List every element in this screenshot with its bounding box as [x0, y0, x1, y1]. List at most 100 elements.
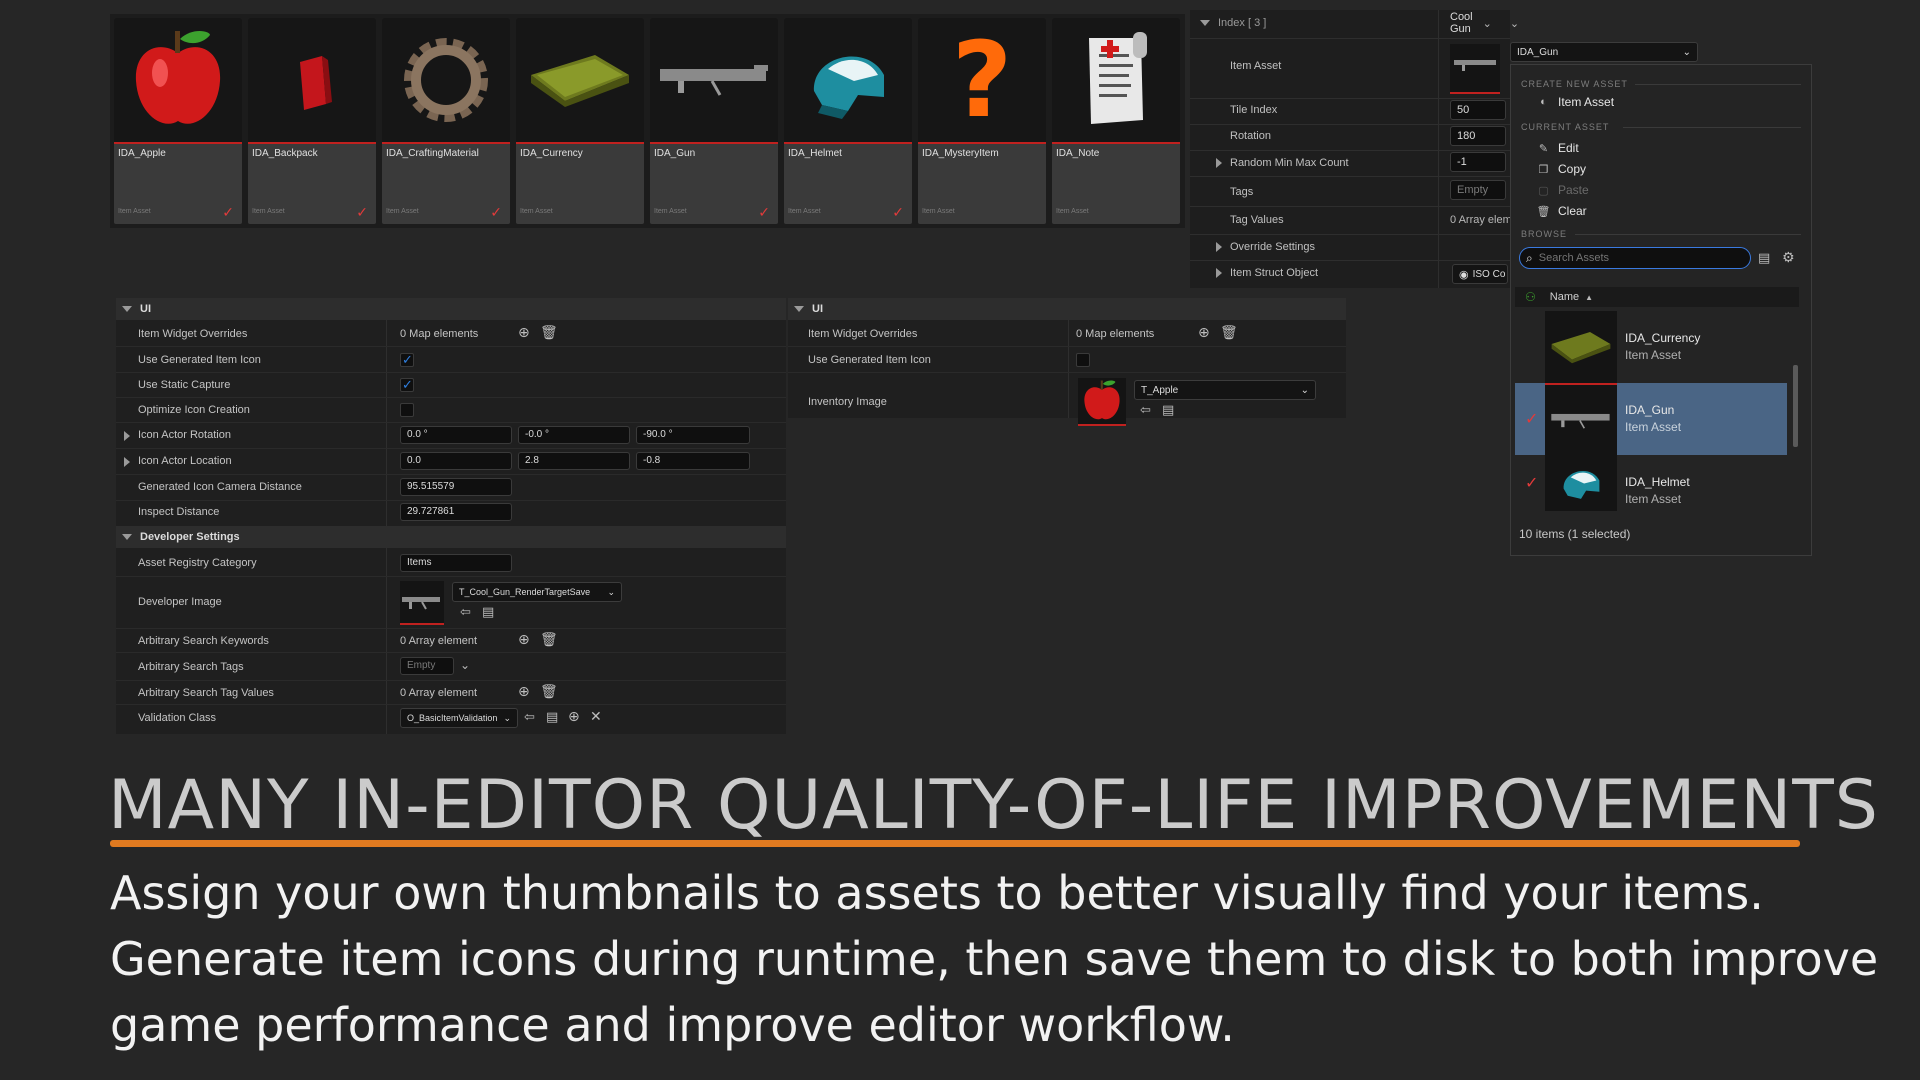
- rotation-y-input[interactable]: -0.0 °: [518, 426, 630, 444]
- rotation-z-input[interactable]: -90.0 °: [636, 426, 750, 444]
- location-x-input[interactable]: 0.0: [400, 452, 512, 470]
- asset-tile-gun[interactable]: IDA_Gun Item Asset ✓: [650, 18, 778, 224]
- clear-menu-item[interactable]: 🗑 Clear: [1537, 204, 1587, 218]
- location-y-input[interactable]: 2.8: [518, 452, 630, 470]
- create-item-asset-menu-item[interactable]: ◐ Item Asset: [1537, 95, 1614, 109]
- expand-arrow-icon[interactable]: [1216, 268, 1222, 278]
- browse-folder-icon[interactable]: ▤: [546, 709, 558, 725]
- index-value: Cool Gun: [1450, 11, 1473, 35]
- browse-folder-icon[interactable]: ▤: [1162, 402, 1174, 418]
- collapse-arrow-icon[interactable]: [1200, 20, 1210, 26]
- add-element-icon[interactable]: ⊕: [568, 708, 580, 725]
- rotation-x-input[interactable]: 0.0 °: [400, 426, 512, 444]
- index-value-dropdown[interactable]: Cool Gun ⌄ ⌄: [1450, 11, 1519, 35]
- asset-tile-apple[interactable]: IDA_Apple Item Asset ✓: [114, 18, 242, 224]
- name-column-header[interactable]: Name: [1550, 291, 1579, 303]
- asset-tile-helmet[interactable]: IDA_Helmet Item Asset ✓: [784, 18, 912, 224]
- optimize-icon-label: Optimize Icon Creation: [138, 404, 250, 416]
- browse-folder-icon[interactable]: ▤: [482, 604, 494, 620]
- sort-ascending-icon[interactable]: ▲: [1585, 293, 1593, 302]
- search-assets-field[interactable]: ⌕: [1519, 247, 1751, 269]
- camera-distance-input[interactable]: 95.515579: [400, 478, 512, 496]
- index-row[interactable]: Index [ 3 ]: [1200, 14, 1266, 32]
- use-static-capture-checkbox[interactable]: [400, 377, 414, 393]
- apple-icon[interactable]: [1078, 378, 1126, 426]
- camera-distance-label: Generated Icon Camera Distance: [138, 481, 302, 493]
- search-assets-input[interactable]: [1538, 252, 1729, 264]
- asset-list-item[interactable]: IDA_Currency Item Asset: [1515, 311, 1787, 383]
- paste-menu-item[interactable]: ▢ Paste: [1537, 183, 1588, 197]
- expand-arrow-icon[interactable]: [124, 457, 130, 467]
- checkmark-icon: ✓: [1525, 411, 1539, 428]
- asset-list-item-selected[interactable]: ✓ IDA_Gun Item Asset: [1515, 383, 1787, 455]
- add-element-icon[interactable]: ⊕: [518, 324, 530, 341]
- inventory-image-combo[interactable]: T_Apple ⌄: [1134, 380, 1316, 400]
- expand-arrow-icon[interactable]: [124, 431, 130, 441]
- use-selected-icon[interactable]: ⇦: [460, 604, 471, 620]
- validation-class-combo[interactable]: O_BasicItemValidation ⌄: [400, 708, 518, 728]
- random-min-max-input[interactable]: -1: [1450, 152, 1506, 172]
- override-settings-row[interactable]: Override Settings: [1216, 240, 1315, 254]
- expand-arrow-icon[interactable]: [1216, 242, 1222, 252]
- item-asset-thumbnail[interactable]: [1450, 44, 1500, 94]
- chevron-down-icon[interactable]: ⌄: [1510, 17, 1519, 30]
- inspect-distance-input[interactable]: 29.727861: [400, 503, 512, 521]
- collapse-arrow-icon[interactable]: [122, 534, 132, 540]
- filter-icon[interactable]: ⚇: [1525, 290, 1536, 304]
- collapse-arrow-icon[interactable]: [122, 306, 132, 312]
- asset-tile-mystery-item[interactable]: ? IDA_MysteryItem Item Asset: [918, 18, 1046, 224]
- location-z-input[interactable]: -0.8: [636, 452, 750, 470]
- rotation-input[interactable]: 180: [1450, 126, 1506, 146]
- add-element-icon[interactable]: ⊕: [518, 631, 530, 648]
- item-widget-overrides-label: Item Widget Overrides: [808, 328, 918, 340]
- random-min-max-row[interactable]: Random Min Max Count: [1216, 156, 1349, 170]
- item-struct-object-row[interactable]: Item Struct Object: [1216, 266, 1318, 280]
- chevron-down-icon: ⌄: [503, 712, 511, 723]
- checkmark-icon: ✓: [1525, 475, 1539, 492]
- asset-tile-crafting-material[interactable]: IDA_CraftingMaterial Item Asset ✓: [382, 18, 510, 224]
- checkmark-icon: ✓: [490, 204, 502, 220]
- validation-class-label: Validation Class: [138, 712, 217, 724]
- add-element-icon[interactable]: ⊕: [1198, 324, 1210, 341]
- optimize-icon-checkbox[interactable]: [400, 403, 414, 417]
- developer-settings-header[interactable]: Developer Settings: [116, 526, 786, 548]
- trash-icon[interactable]: 🗑: [540, 324, 558, 341]
- asset-tile-type: Item Asset: [1056, 208, 1089, 215]
- list-scrollbar[interactable]: [1793, 365, 1798, 447]
- asset-tile-backpack[interactable]: IDA_Backpack Item Asset ✓: [248, 18, 376, 224]
- expand-arrow-icon[interactable]: [1216, 158, 1222, 168]
- asset-tile-currency[interactable]: IDA_Currency Item Asset: [516, 18, 644, 224]
- folder-icon[interactable]: ▤: [1758, 250, 1770, 266]
- add-element-icon[interactable]: ⊕: [518, 683, 530, 700]
- registry-category-input[interactable]: Items: [400, 554, 512, 572]
- tags-input[interactable]: Empty: [1450, 180, 1506, 200]
- use-generated-icon-checkbox[interactable]: [1076, 353, 1090, 367]
- edit-menu-item[interactable]: ✎ Edit: [1537, 141, 1579, 155]
- developer-image-combo[interactable]: T_Cool_Gun_RenderTargetSave ⌄: [452, 582, 622, 602]
- asset-tile-note[interactable]: IDA_Note Item Asset: [1052, 18, 1180, 224]
- ui-category-header[interactable]: UI: [116, 298, 786, 320]
- item-struct-object-combo[interactable]: ◉ ISO Co: [1452, 264, 1508, 284]
- chevron-down-icon[interactable]: ⌄: [1483, 17, 1492, 30]
- asset-tile-type: Item Asset: [386, 208, 419, 215]
- body-text-line-3: game performance and improve editor work…: [110, 998, 1235, 1052]
- collapse-arrow-icon[interactable]: [794, 306, 804, 312]
- trash-icon[interactable]: 🗑: [1220, 324, 1238, 341]
- close-icon[interactable]: ✕: [590, 708, 602, 725]
- ui-category-header[interactable]: UI: [788, 298, 1346, 320]
- item-struct-object-label: Item Struct Object: [1230, 267, 1319, 279]
- settings-gear-icon[interactable]: ⚙: [1782, 249, 1795, 266]
- asset-tile-type: Item Asset: [520, 208, 553, 215]
- use-selected-icon[interactable]: ⇦: [1140, 402, 1151, 418]
- trash-icon[interactable]: 🗑: [540, 631, 558, 648]
- chevron-down-icon[interactable]: ⌄: [460, 658, 470, 672]
- use-selected-icon[interactable]: ⇦: [524, 709, 535, 725]
- use-generated-icon-checkbox[interactable]: [400, 352, 414, 368]
- search-tags-input[interactable]: Empty: [400, 657, 454, 675]
- tile-index-input[interactable]: 50: [1450, 100, 1506, 120]
- asset-list-item[interactable]: ✓ IDA_Helmet Item Asset: [1515, 455, 1787, 511]
- copy-menu-item[interactable]: ❐ Copy: [1537, 162, 1586, 176]
- developer-image-thumbnail[interactable]: [400, 581, 444, 625]
- trash-icon[interactable]: 🗑: [540, 683, 558, 700]
- item-asset-combo[interactable]: IDA_Gun ⌄: [1510, 42, 1698, 62]
